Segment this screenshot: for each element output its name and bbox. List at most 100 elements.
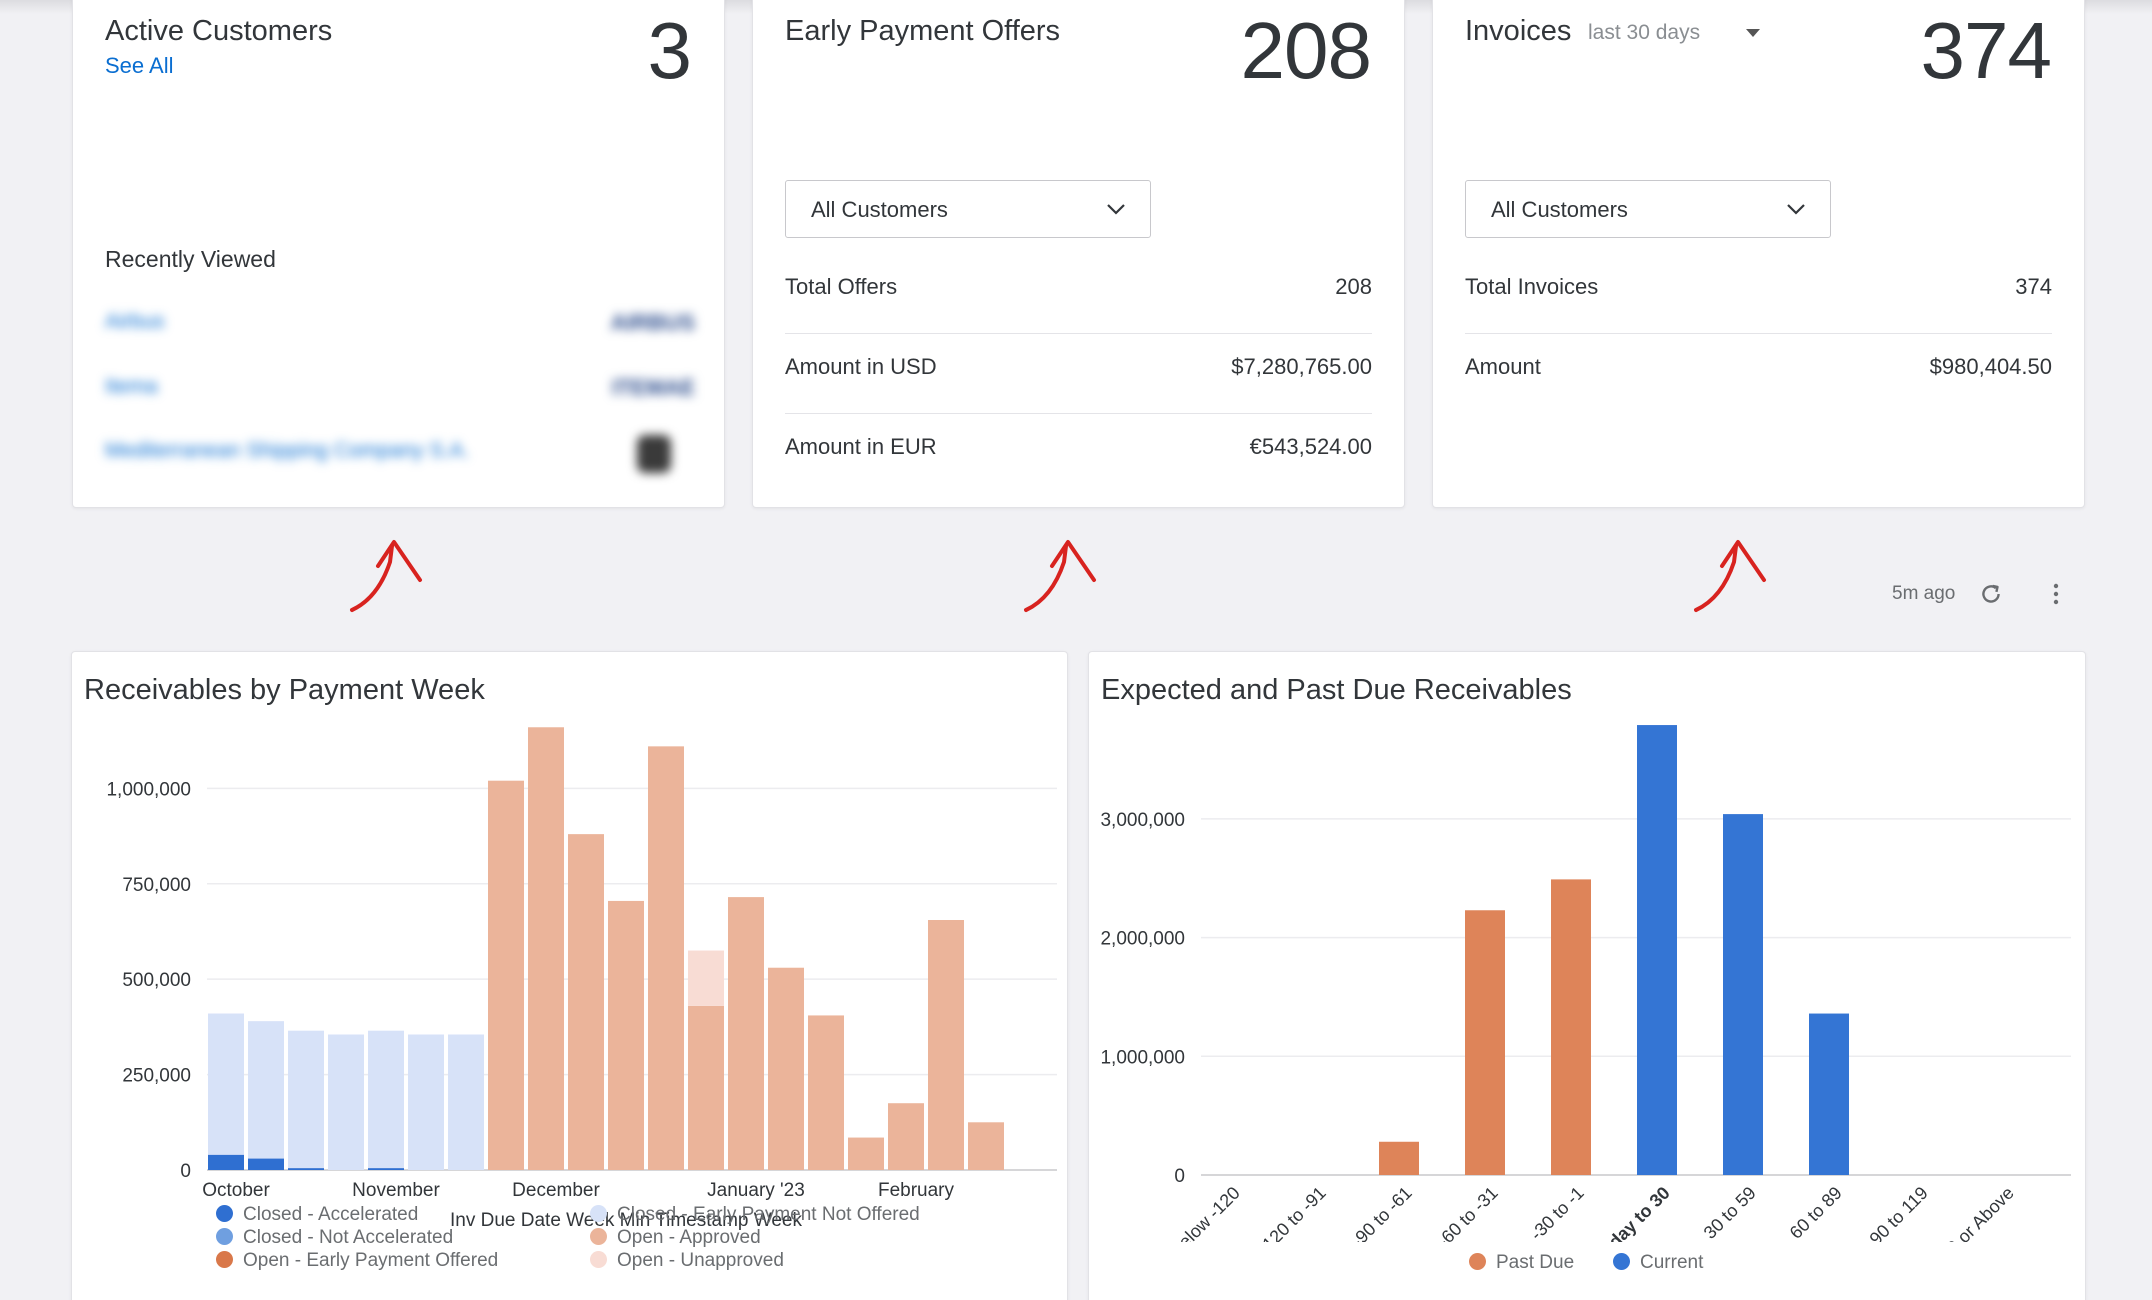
bar-segment bbox=[328, 1034, 364, 1170]
bar bbox=[1809, 1013, 1849, 1175]
stat-value: 208 bbox=[1335, 274, 1372, 299]
x-tick-label: 120 or Above bbox=[1929, 1183, 2018, 1242]
legend-label: Closed - Early Payment Not Offered bbox=[617, 1204, 920, 1225]
legend-item[interactable]: Past Due bbox=[1469, 1252, 1574, 1274]
stat-label: Total Offers bbox=[785, 274, 898, 299]
bar-segment bbox=[408, 1034, 444, 1170]
bar-segment bbox=[928, 920, 964, 1170]
legend-item[interactable]: Open - Early Payment Offered bbox=[216, 1250, 498, 1272]
bar-segment bbox=[288, 1030, 324, 1169]
last-updated: 5m ago bbox=[1892, 583, 1956, 604]
early-payment-offers-card: Early Payment Offers 208 All Customers T… bbox=[752, 0, 1405, 508]
x-tick-label: Below -120 bbox=[1166, 1183, 1244, 1242]
refresh-icon[interactable] bbox=[1978, 581, 2004, 607]
customer-filter-value: All Customers bbox=[1491, 197, 1628, 222]
legend: Past Due Current bbox=[1089, 1252, 2087, 1282]
customer-filter-select[interactable]: All Customers bbox=[785, 180, 1151, 238]
legend-label: Open - Approved bbox=[617, 1227, 761, 1248]
more-vertical-icon[interactable] bbox=[2044, 581, 2068, 607]
bar-segment bbox=[368, 1030, 404, 1169]
y-tick-label: 1,000,000 bbox=[1100, 1047, 1185, 1068]
x-tick-label: 30 to 59 bbox=[1700, 1183, 1760, 1242]
caret-down-icon[interactable] bbox=[1746, 29, 1760, 37]
customer-logo: AIRBUS bbox=[610, 310, 695, 335]
invoices-card: Invoices last 30 days 374 All Customers … bbox=[1432, 0, 2085, 508]
legend-item[interactable]: Closed - Not Accelerated bbox=[216, 1227, 453, 1249]
bar bbox=[1465, 910, 1505, 1175]
bar-segment bbox=[208, 1013, 244, 1155]
bar-segment bbox=[528, 727, 564, 1170]
bar-segment bbox=[248, 1021, 284, 1159]
x-tick-label: January '23 bbox=[707, 1180, 805, 1201]
invoices-count: 374 bbox=[1920, 6, 2052, 95]
chevron-down-icon bbox=[1107, 204, 1125, 215]
bar-segment bbox=[848, 1137, 884, 1170]
x-tick-label: Today to 30 bbox=[1590, 1183, 1674, 1242]
bar-segment bbox=[888, 1103, 924, 1170]
bar-segment bbox=[568, 834, 604, 1170]
bar-segment bbox=[488, 780, 524, 1170]
customer-filter-select[interactable]: All Customers bbox=[1465, 180, 1831, 238]
legend-swatch bbox=[590, 1205, 607, 1222]
stat-value: €543,524.00 bbox=[1249, 434, 1372, 459]
active-customers-title: Active Customers bbox=[105, 15, 333, 47]
bar-segment bbox=[648, 746, 684, 1170]
bar-segment bbox=[448, 1034, 484, 1170]
stat-label: Amount in EUR bbox=[785, 434, 937, 459]
y-tick-label: 2,000,000 bbox=[1100, 929, 1185, 950]
recent-customer-row[interactable]: Mediterranean Shipping Company S.A. bbox=[105, 435, 695, 473]
legend-swatch bbox=[216, 1228, 233, 1245]
x-tick-label: 90 to 119 bbox=[1866, 1183, 1932, 1242]
legend-item[interactable]: Current bbox=[1613, 1252, 1703, 1274]
y-tick-label: 1,000,000 bbox=[106, 779, 191, 800]
customer-filter-value: All Customers bbox=[811, 197, 948, 222]
invoices-range[interactable]: last 30 days bbox=[1588, 21, 1700, 45]
expected-past-due-card: Expected and Past Due Receivables 0 1,000… bbox=[1088, 651, 2086, 1300]
active-customers-card: Active Customers 3 See All Recently View… bbox=[72, 0, 725, 508]
legend-item[interactable]: Open - Approved bbox=[590, 1227, 761, 1249]
stat-row: Total Offers 208 bbox=[785, 254, 1372, 334]
expected-past-due-chart: 0 1,000,000 2,000,000 3,000,000 Below -120 -1… bbox=[1100, 725, 2071, 1242]
stat-row: Amount in EUR €543,524.00 bbox=[785, 414, 1372, 494]
x-tick-label: February bbox=[878, 1180, 955, 1201]
annotation-arrow-icon bbox=[350, 540, 422, 612]
stat-row: Amount $980,404.50 bbox=[1465, 334, 2052, 414]
legend-label: Current bbox=[1640, 1252, 1704, 1273]
chevron-down-icon bbox=[1787, 204, 1805, 215]
legend-label: Past Due bbox=[1496, 1252, 1575, 1273]
bar bbox=[1637, 725, 1677, 1175]
recent-customer-name[interactable]: Itema bbox=[105, 375, 158, 399]
see-all-link[interactable]: See All bbox=[105, 53, 174, 79]
recent-customer-name[interactable]: Mediterranean Shipping Company S.A. bbox=[105, 439, 469, 463]
early-payment-count: 208 bbox=[1240, 6, 1372, 95]
bar-segment bbox=[688, 1005, 724, 1170]
bar-segment bbox=[968, 1122, 1004, 1170]
stat-label: Total Invoices bbox=[1465, 274, 1599, 299]
chart-title: Expected and Past Due Receivables bbox=[1101, 674, 1572, 706]
x-tick-label: -120 to -91 bbox=[1254, 1183, 1330, 1242]
legend-item[interactable]: Closed - Accelerated bbox=[216, 1204, 418, 1226]
legend-swatch bbox=[590, 1251, 607, 1268]
legend-swatch bbox=[216, 1251, 233, 1268]
legend-swatch bbox=[590, 1228, 607, 1245]
recent-customer-name[interactable]: Airbus bbox=[105, 310, 165, 334]
recent-customer-row[interactable]: Airbus AIRBUS bbox=[105, 310, 695, 342]
y-tick-label: 250,000 bbox=[122, 1066, 191, 1087]
bar-segment bbox=[608, 900, 644, 1170]
stat-label: Amount in USD bbox=[785, 354, 937, 379]
receivables-by-week-card: Receivables by Payment Week 0 250,000 500,… bbox=[71, 651, 1068, 1300]
x-tick-label: November bbox=[352, 1180, 440, 1201]
recent-customer-row[interactable]: Itema ITEMAE bbox=[105, 375, 695, 407]
legend-swatch bbox=[1613, 1253, 1630, 1270]
legend-swatch bbox=[1469, 1253, 1486, 1270]
legend-item[interactable]: Closed - Early Payment Not Offered bbox=[590, 1204, 920, 1226]
active-customers-count: 3 bbox=[647, 6, 692, 95]
customer-logo bbox=[637, 435, 671, 473]
y-tick-label: 750,000 bbox=[122, 875, 191, 896]
legend-item[interactable]: Open - Unapproved bbox=[590, 1250, 784, 1272]
y-tick-label: 0 bbox=[1174, 1166, 1185, 1187]
bar bbox=[1551, 879, 1591, 1175]
customer-logo: ITEMAE bbox=[611, 375, 695, 400]
bar bbox=[1379, 1141, 1419, 1175]
annotation-arrow-icon bbox=[1694, 540, 1766, 612]
